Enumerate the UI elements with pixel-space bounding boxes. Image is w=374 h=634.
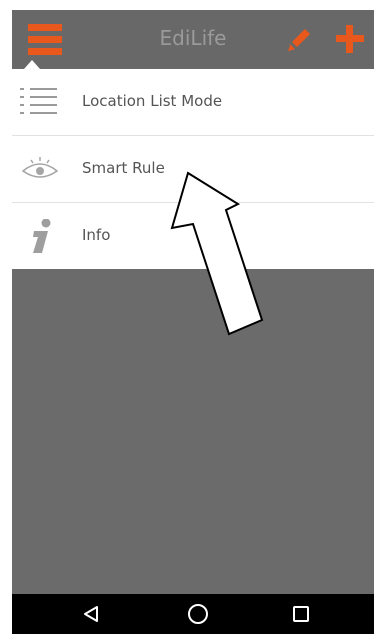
dropdown-menu: Location List Mode Smart Rule Info bbox=[12, 69, 374, 269]
menu-item-smart-rule[interactable]: Smart Rule bbox=[12, 136, 374, 202]
menu-item-label: Location List Mode bbox=[82, 92, 223, 110]
eye-icon bbox=[20, 152, 60, 186]
app-title: EdiLife bbox=[159, 26, 227, 50]
pencil-icon[interactable] bbox=[285, 24, 315, 54]
menu-item-location-list-mode[interactable]: Location List Mode bbox=[12, 69, 374, 135]
app-bar: EdiLife bbox=[12, 10, 374, 68]
menu-item-info[interactable]: Info bbox=[12, 203, 374, 269]
info-icon bbox=[20, 218, 60, 253]
plus-icon[interactable] bbox=[334, 24, 366, 54]
back-triangle-icon[interactable] bbox=[83, 605, 99, 627]
list-icon bbox=[20, 85, 60, 119]
home-circle-icon[interactable] bbox=[188, 604, 208, 624]
recents-square-icon[interactable] bbox=[293, 606, 309, 622]
phone-screen: EdiLife Location List Mode Smart Rule In… bbox=[12, 10, 374, 634]
menu-item-label: Smart Rule bbox=[82, 159, 165, 177]
menu-item-label: Info bbox=[82, 226, 111, 244]
system-nav-bar bbox=[12, 594, 374, 634]
dropdown-caret bbox=[24, 60, 40, 69]
